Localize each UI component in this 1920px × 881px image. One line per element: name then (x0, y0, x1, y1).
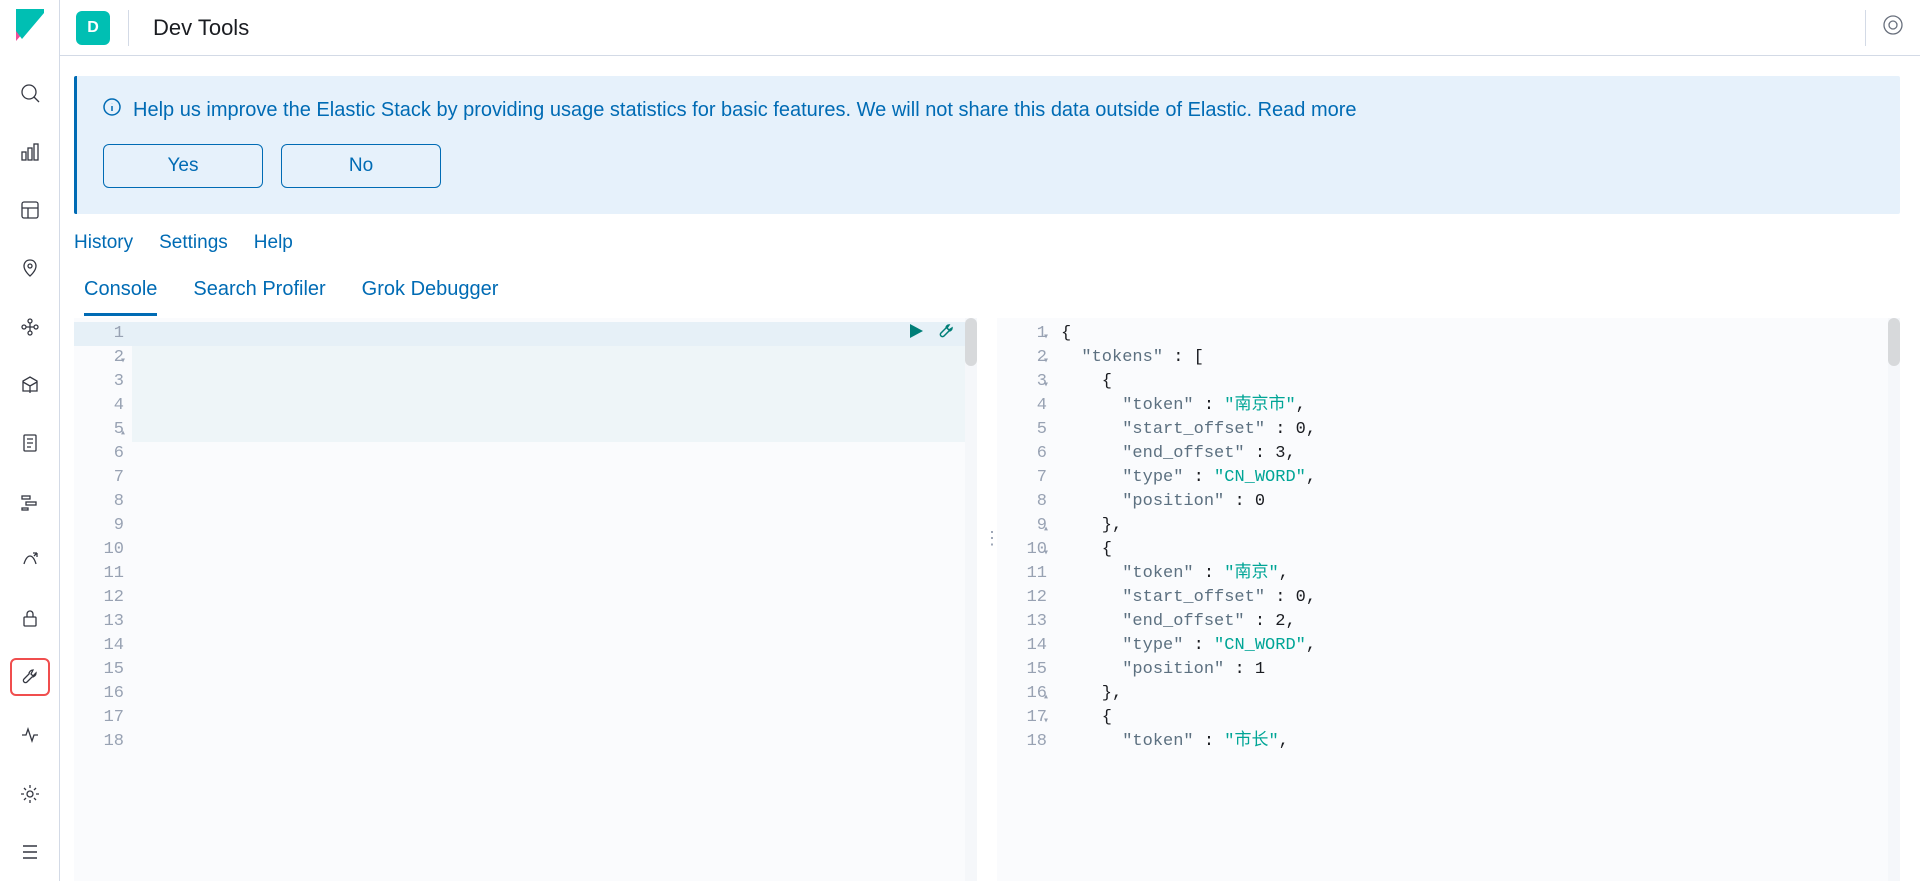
nav-logs-icon[interactable] (10, 424, 50, 462)
divider (128, 10, 129, 46)
console-subnav: History Settings Help (66, 232, 1908, 268)
nav-security-icon[interactable] (10, 599, 50, 637)
app-badge: D (76, 11, 110, 45)
top-bar: D Dev Tools (60, 0, 1920, 56)
request-options-icon[interactable] (937, 322, 955, 349)
line-gutter: 1▾2▾3▾456789▴10▾111213141516▴17▾18 (997, 318, 1055, 881)
devtools-tabs: Console Search Profiler Grok Debugger (66, 268, 1908, 316)
callout-text: Help us improve the Elastic Stack by pro… (133, 99, 1357, 122)
page-title: Dev Tools (153, 15, 249, 41)
nav-management-icon[interactable] (10, 774, 50, 812)
telemetry-callout: Help us improve the Elastic Stack by pro… (74, 76, 1900, 214)
nav-ml-icon[interactable] (10, 308, 50, 346)
nav-visualize-icon[interactable] (10, 133, 50, 171)
request-editor[interactable]: 12▾345▴6789101112131415161718 POST _anal… (74, 318, 977, 881)
nav-discover-icon[interactable] (10, 74, 50, 112)
scrollbar-track (965, 318, 977, 881)
scrollbar-thumb[interactable] (965, 318, 977, 366)
nav-uptime-icon[interactable] (10, 541, 50, 579)
left-nav-rail (0, 0, 60, 881)
line-gutter: 12▾345▴6789101112131415161718 (74, 318, 132, 881)
scrollbar-thumb[interactable] (1888, 318, 1900, 366)
nav-maps-icon[interactable] (10, 249, 50, 287)
tab-search-profiler[interactable]: Search Profiler (193, 278, 325, 316)
response-code: { "tokens" : [ { "token" : "南京市", "start… (1055, 318, 1900, 881)
nav-apm-icon[interactable] (10, 483, 50, 521)
feedback-icon[interactable] (1882, 14, 1904, 41)
telemetry-no-button[interactable]: No (281, 144, 441, 188)
nav-dashboard-icon[interactable] (10, 191, 50, 229)
nav-infra-icon[interactable] (10, 366, 50, 404)
nav-dev-tools-icon[interactable] (10, 658, 50, 696)
telemetry-yes-button[interactable]: Yes (103, 144, 263, 188)
tab-console[interactable]: Console (84, 278, 157, 316)
info-icon (103, 98, 121, 122)
nav-monitoring-icon[interactable] (10, 716, 50, 754)
response-editor[interactable]: 1▾2▾3▾456789▴10▾111213141516▴17▾18 { "to… (997, 318, 1900, 881)
kibana-logo[interactable] (10, 6, 50, 44)
help-link[interactable]: Help (254, 232, 293, 254)
tab-grok-debugger[interactable]: Grok Debugger (362, 278, 499, 316)
settings-link[interactable]: Settings (159, 232, 228, 254)
run-request-icon[interactable] (907, 322, 925, 349)
scrollbar-track (1888, 318, 1900, 881)
nav-collapse-icon[interactable] (10, 833, 50, 871)
history-link[interactable]: History (74, 232, 133, 254)
